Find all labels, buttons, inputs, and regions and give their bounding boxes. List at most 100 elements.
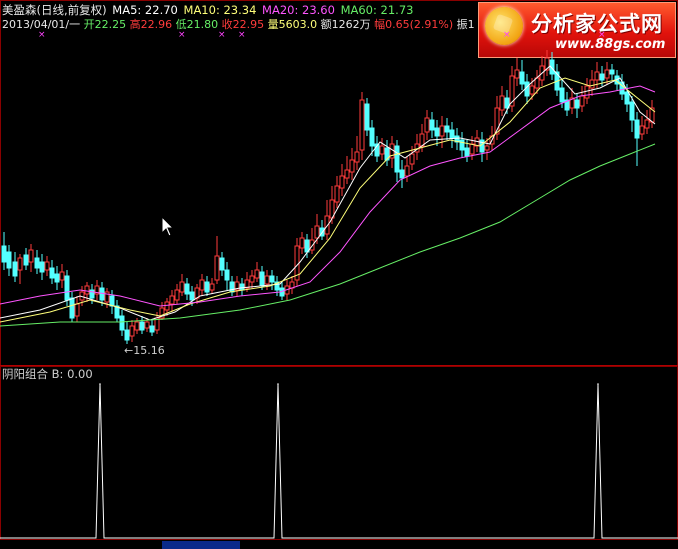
price-chart[interactable]: × × × × × × [0, 0, 678, 366]
indicator-chart[interactable] [0, 366, 678, 549]
candle-body-79 [399, 169, 405, 179]
candle-body-41 [209, 283, 215, 291]
candle-body-1 [6, 251, 12, 269]
ma5-line [0, 65, 656, 321]
candle-body-8 [44, 261, 50, 271]
candle-body-68 [344, 169, 350, 179]
candle-body-125 [629, 101, 635, 121]
candle-body-40 [204, 281, 210, 293]
candle-body-102 [514, 69, 520, 79]
signal-mark-2: × [218, 30, 226, 40]
candle-body-64 [324, 215, 330, 235]
candle-body-117 [589, 79, 595, 89]
candle-body-25 [129, 325, 135, 337]
signal-peak-5 [277, 383, 279, 385]
candle-body-50 [254, 269, 260, 279]
candle-body-28 [144, 321, 150, 329]
candle-body-2 [12, 261, 18, 277]
candle-body-80 [404, 165, 410, 177]
candle-body-35 [179, 281, 185, 293]
candle-body-81 [409, 153, 415, 165]
candle-body-119 [599, 73, 605, 81]
signal-mark-5: × [598, 30, 606, 40]
candle-body-14 [74, 303, 80, 317]
candle-body-42 [214, 255, 220, 281]
candle-body-53 [269, 275, 275, 283]
candle-body-69 [349, 159, 355, 173]
candle-body-103 [519, 71, 525, 85]
candle-body-105 [529, 85, 535, 95]
signal-peak-2 [99, 383, 101, 385]
candle-body-91 [459, 139, 465, 151]
candle-body-9 [49, 267, 55, 279]
candle-body-66 [334, 185, 340, 203]
candle-body-37 [189, 291, 195, 301]
candle-body-33 [169, 295, 175, 305]
candle-body-78 [394, 145, 400, 173]
candle-body-44 [224, 269, 230, 281]
candle-body-73 [369, 127, 375, 147]
candle-body-39 [199, 279, 205, 291]
candle-body-13 [69, 297, 75, 319]
signal-peak-8 [597, 383, 599, 385]
signal-mark-3: × [238, 30, 246, 40]
candle-body-84 [424, 117, 430, 133]
candle-body-88 [444, 125, 450, 133]
candle-body-62 [314, 225, 320, 239]
candle-body-36 [184, 283, 190, 295]
candle-body-43 [219, 257, 225, 271]
candle-body-27 [139, 321, 145, 331]
candle-body-5 [28, 249, 34, 263]
candle-body-11 [59, 271, 65, 281]
candle-body-128 [644, 119, 650, 129]
candle-body-24 [124, 329, 130, 341]
candle-body-26 [134, 321, 140, 331]
signal-mark-0: × [38, 30, 46, 40]
candle-body-71 [359, 99, 365, 151]
candle-body-52 [264, 275, 270, 285]
candle-body-114 [574, 99, 580, 109]
low-price-annotation: ←15.16 [124, 344, 165, 357]
date-axis-bar [0, 540, 678, 549]
candle-body-126 [634, 119, 640, 139]
candle-body-116 [584, 85, 590, 99]
candle-body-51 [259, 271, 265, 287]
candle-body-47 [239, 283, 245, 291]
main-frame [0, 0, 678, 366]
candle-body-121 [609, 69, 615, 75]
signal-line [0, 383, 678, 539]
candle-body-32 [164, 301, 170, 311]
candle-body-21 [109, 295, 115, 307]
candle-body-4 [23, 254, 29, 266]
signal-mark-4: × [503, 30, 511, 40]
candle-body-29 [149, 325, 155, 333]
chart-stage: 美盈森(日线,前复权) MA5: 22.70 MA10: 23.34 MA20:… [0, 0, 678, 549]
mouse-pointer-icon [161, 216, 175, 237]
candle-body-115 [579, 95, 585, 107]
candle-body-96 [484, 145, 490, 151]
candle-body-45 [229, 281, 235, 293]
candle-body-16 [84, 285, 90, 295]
candle-body-59 [299, 237, 305, 249]
candle-body-70 [354, 151, 360, 163]
candle-body-72 [364, 103, 370, 131]
candle-body-34 [174, 289, 180, 301]
candle-body-99 [499, 95, 505, 111]
candle-body-0 [1, 245, 7, 263]
candle-body-3 [17, 257, 23, 271]
candle-body-124 [624, 91, 630, 105]
candle-body-23 [119, 315, 125, 331]
candle-body-111 [559, 87, 565, 103]
candle-body-87 [439, 125, 445, 137]
candle-body-67 [339, 175, 345, 189]
candle-body-10 [54, 273, 60, 283]
date-axis-cursor [162, 541, 240, 549]
candle-body-12 [64, 275, 70, 301]
candle-body-93 [469, 143, 475, 155]
candle-body-120 [604, 69, 610, 79]
candle-body-92 [464, 147, 470, 157]
candle-body-127 [639, 125, 645, 135]
candle-body-7 [39, 261, 45, 273]
signal-mark-1: × [178, 30, 186, 40]
candle-body-75 [379, 145, 385, 155]
